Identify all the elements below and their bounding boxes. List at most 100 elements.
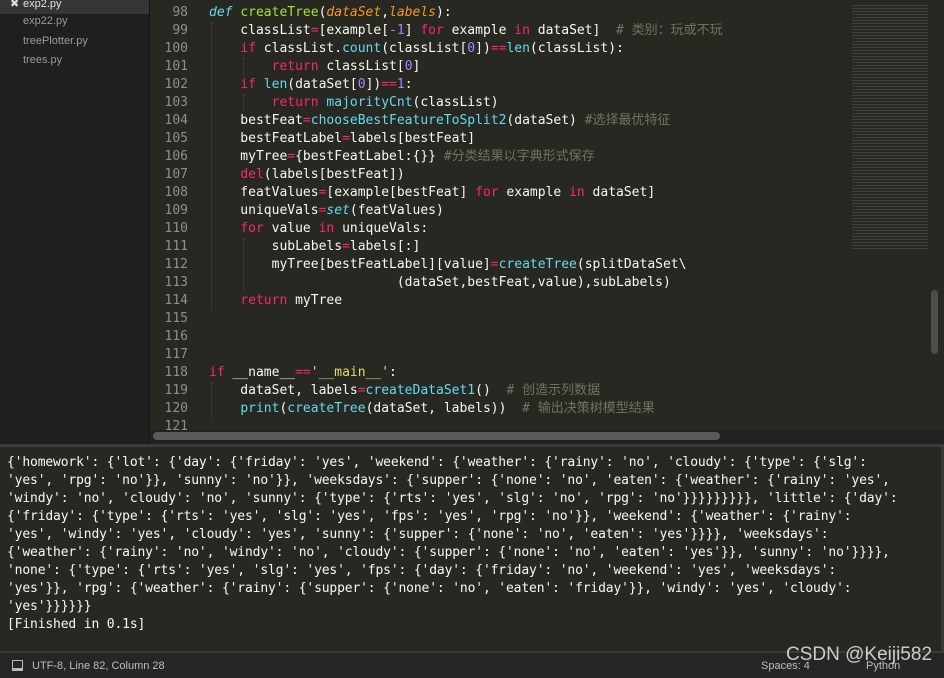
code-token: (dataSet[ — [287, 77, 358, 92]
code-token: : — [404, 77, 413, 92]
code-line[interactable]: return myTree — [209, 292, 342, 310]
line-number: 118 — [164, 365, 188, 380]
line-number: 110 — [164, 221, 188, 236]
code-line[interactable]: subLabels=labels[:] — [209, 238, 421, 256]
status-encoding-position: UTF-8, Line 82, Column 28 — [32, 660, 165, 672]
code-token: (dataSet, labels)) — [365, 401, 523, 416]
code-token: return — [240, 293, 288, 308]
code-line[interactable]: myTree[bestFeatLabel][value]=createTree(… — [209, 256, 687, 274]
code-token: return — [271, 59, 319, 74]
line-number: 105 — [164, 131, 188, 146]
code-token: dataSet] — [584, 185, 656, 200]
code-line[interactable]: if __name__=='__main__': — [209, 364, 397, 382]
code-line[interactable]: (dataSet,bestFeat,value),subLabels) — [209, 274, 671, 292]
code-token: del — [240, 167, 264, 182]
code-line[interactable]: featValues=[example[bestFeat] for exampl… — [209, 184, 655, 202]
code-token: classList. — [255, 41, 343, 56]
line-number: 112 — [164, 257, 188, 272]
code-token: set — [326, 203, 350, 218]
line-number: 108 — [164, 185, 188, 200]
code-token: = — [310, 23, 319, 38]
code-token: __name__ — [224, 365, 296, 380]
code-editor[interactable]: 98 def createTree(dataSet,labels): 99 clas… — [150, 0, 944, 444]
output-line: 'windy': 'no', 'cloudy': 'no', 'sunny': … — [7, 491, 898, 506]
build-output-panel[interactable]: {'homework': {'lot': {'day': {'friday': … — [0, 444, 944, 651]
code-token: # 创造示列数据 — [506, 383, 601, 398]
code-line[interactable]: myTree={bestFeatLabel:{}} #分类结果以字典形式保存 — [209, 148, 595, 166]
code-token: subLabels — [209, 239, 343, 254]
code-token: in — [318, 221, 335, 236]
code-token: (dataSet) — [506, 113, 585, 128]
code-token: dataSet, labels — [209, 383, 358, 398]
code-line[interactable]: def createTree(dataSet,labels): — [209, 4, 452, 22]
code-line[interactable]: print(createTree(dataSet, labels)) # 输出决… — [209, 400, 654, 418]
finished-message: [Finished in 0.1s] — [7, 617, 146, 632]
output-line: 'yes', 'windy': 'yes', 'cloudy': 'yes', … — [7, 527, 829, 542]
code-token: == — [490, 41, 507, 56]
code-token: (classList) — [412, 95, 499, 110]
line-number: 111 — [164, 239, 188, 254]
line-number: 114 — [164, 293, 188, 308]
code-token: '__main__' — [310, 365, 390, 380]
code-line[interactable]: for value in uniqueVals: — [209, 220, 428, 238]
code-line[interactable]: return majorityCnt(classList) — [209, 94, 499, 112]
code-token: ]) — [475, 41, 491, 56]
indent-guide — [243, 94, 244, 112]
code-token: : — [389, 365, 397, 380]
horizontal-scrollbar[interactable] — [153, 432, 720, 440]
code-token: uniqueVals: — [334, 221, 429, 236]
code-line[interactable]: return classList[0] — [209, 58, 421, 76]
code-token: bestFeatLabel — [209, 131, 343, 146]
code-token: ] — [404, 23, 421, 38]
line-number: 109 — [164, 203, 188, 218]
sidebar-file-trees-py[interactable]: trees.py — [0, 50, 149, 70]
file-name: trees.py — [23, 54, 63, 66]
code-token: in — [569, 185, 585, 200]
code-token: # 类别：玩或不玩 — [616, 23, 723, 38]
code-token: = — [287, 149, 296, 164]
code-token: example — [443, 23, 515, 38]
output-line: {'friday': {'type': {'rts': 'yes', 'slg'… — [7, 509, 852, 524]
code-token: 0 — [467, 41, 476, 56]
sidebar-file-treePlotter-py[interactable]: treePlotter.py — [0, 31, 149, 51]
code-token: for — [420, 23, 444, 38]
line-number: 100 — [164, 41, 188, 56]
code-token: = — [490, 257, 499, 272]
code-line[interactable]: if classList.count(classList[0])==len(cl… — [209, 40, 624, 58]
line-number: 102 — [164, 77, 188, 92]
panel-toggle-icon[interactable] — [12, 660, 23, 671]
indent-guide — [243, 238, 244, 292]
code-token: #分类结果以字典形式保存 — [443, 149, 595, 164]
code-token: = — [357, 383, 366, 398]
code-token: in — [514, 23, 530, 38]
code-token: = — [302, 113, 311, 128]
code-line[interactable]: bestFeat=chooseBestFeatureToSplit2(dataS… — [209, 112, 671, 130]
line-number: 101 — [164, 59, 188, 74]
code-line[interactable]: classList=[example[-1] for example in da… — [209, 22, 723, 40]
code-line[interactable]: del(labels[bestFeat]) — [209, 166, 404, 184]
line-number: 103 — [164, 95, 188, 110]
code-line[interactable]: bestFeatLabel=labels[bestFeat] — [209, 130, 475, 148]
code-line[interactable]: dataSet, labels=createDataSet1() # 创造示列数… — [209, 382, 600, 400]
code-line[interactable]: if len(dataSet[0])==1: — [209, 76, 413, 94]
code-token: count — [342, 41, 382, 56]
vertical-scrollbar[interactable] — [931, 290, 938, 354]
code-line[interactable]: uniqueVals=set(featValues) — [209, 202, 444, 220]
code-token: 0 — [357, 77, 366, 92]
minimap[interactable] — [852, 4, 928, 249]
code-token: #选择最优特征 — [584, 113, 671, 128]
code-token: (classList[ — [381, 41, 468, 56]
code-token: () — [475, 383, 507, 398]
watermark: CSDN @Keiji582 — [786, 644, 933, 665]
code-token: 1 — [396, 77, 405, 92]
sidebar-file-exp22-py[interactable]: exp22.py — [0, 11, 149, 31]
code-token: = — [342, 239, 350, 254]
code-token: [example[ — [318, 23, 390, 38]
